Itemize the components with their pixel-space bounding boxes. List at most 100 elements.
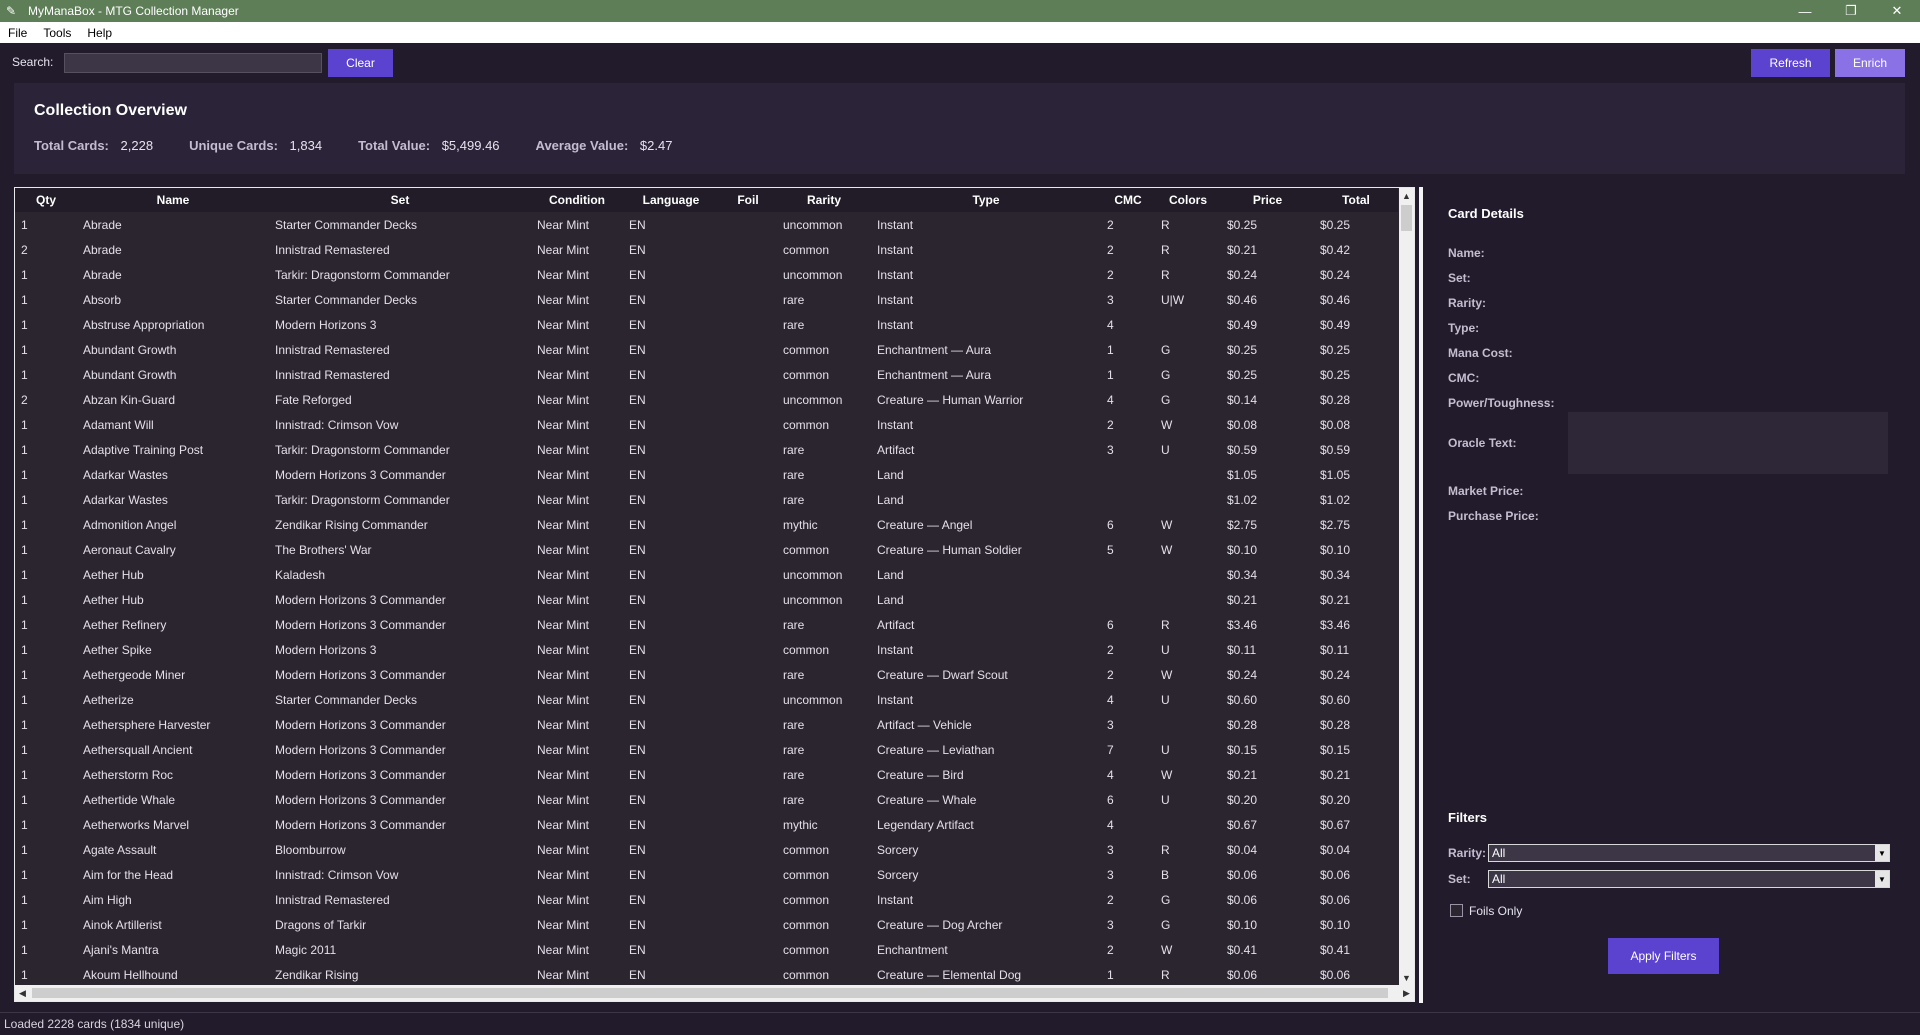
cell-cmc: 4: [1107, 317, 1114, 332]
column-header-rarity[interactable]: Rarity: [777, 188, 871, 212]
chevron-down-icon[interactable]: ▼: [1875, 871, 1889, 887]
cell-set: Modern Horizons 3 Commander: [275, 742, 446, 757]
vertical-scroll-thumb[interactable]: [1401, 205, 1412, 231]
set-filter-select[interactable]: All ▼: [1488, 870, 1890, 888]
close-button[interactable]: ✕: [1874, 0, 1920, 22]
cell-total: $0.28: [1320, 392, 1351, 407]
horizontal-scroll-thumb[interactable]: [32, 988, 1388, 998]
table-row[interactable]: 1 Aetherize Starter Commander Decks Near Mi…: [15, 687, 1398, 712]
table-row[interactable]: 1 Aethersphere Harvester Modern Horizons 3…: [15, 712, 1398, 737]
cell-price: $0.21: [1227, 767, 1258, 782]
table-row[interactable]: 1 Aim for the Head Innistrad: Crimson Vow N…: [15, 862, 1398, 887]
scroll-left-icon[interactable]: ◀: [15, 985, 30, 1001]
table-row[interactable]: 1 Aethersquall Ancient Modern Horizons 3 C…: [15, 737, 1398, 762]
column-header-qty[interactable]: Qty: [15, 188, 77, 212]
cell-total: $0.04: [1320, 842, 1351, 857]
foils-only-label[interactable]: Foils Only: [1469, 904, 1522, 918]
table-row[interactable]: 1 Abundant Growth Innistrad Remastered Near…: [15, 337, 1398, 362]
column-header-colors[interactable]: Colors: [1155, 188, 1221, 212]
column-header-name[interactable]: Name: [77, 188, 269, 212]
minimize-button[interactable]: —: [1782, 0, 1828, 22]
table-row[interactable]: 1 Aethertide Whale Modern Horizons 3 Comma…: [15, 787, 1398, 812]
table-row[interactable]: 1 Abrade Starter Commander Decks Near Mint E…: [15, 212, 1398, 237]
cell-condition: Near Mint: [537, 342, 590, 357]
table-row[interactable]: 1 Ajani's Mantra Magic 2011 Near Mint EN comm…: [15, 937, 1398, 962]
table-row[interactable]: 1 Aetherworks Marvel Modern Horizons 3 Com…: [15, 812, 1398, 837]
scroll-up-icon[interactable]: ▲: [1399, 188, 1414, 203]
cell-set: Modern Horizons 3 Commander: [275, 767, 446, 782]
column-header-foil[interactable]: Foil: [719, 188, 777, 212]
cell-foil: [719, 587, 777, 612]
panel-splitter[interactable]: [1419, 187, 1423, 1003]
table-row[interactable]: 1 Ainok Artillerist Dragons of Tarkir Near …: [15, 912, 1398, 937]
table-row[interactable]: 1 Aeronaut Cavalry The Brothers' War Near M…: [15, 537, 1398, 562]
menu-file[interactable]: File: [0, 26, 35, 40]
column-header-price[interactable]: Price: [1221, 188, 1314, 212]
table-row[interactable]: 2 Abzan Kin-Guard Fate Reforged Near Mint EN…: [15, 387, 1398, 412]
oracle-text-box[interactable]: [1568, 412, 1888, 474]
cell-type: Sorcery: [877, 842, 919, 857]
rarity-filter-select[interactable]: All ▼: [1488, 844, 1890, 862]
table-row[interactable]: 1 Adaptive Training Post Tarkir: Dragonsto…: [15, 437, 1398, 462]
cell-price: $0.21: [1227, 242, 1258, 257]
table-row[interactable]: 1 Abrade Tarkir: Dragonstorm Commander Near…: [15, 262, 1398, 287]
cell-type: Land: [877, 592, 904, 607]
table-row[interactable]: 1 Abundant Growth Innistrad Remastered Near…: [15, 362, 1398, 387]
column-header-condition[interactable]: Condition: [531, 188, 623, 212]
clear-button[interactable]: Clear: [328, 49, 393, 77]
card-table: Qty Name Set Condition Language Foil Rarity Typ…: [14, 187, 1415, 1002]
table-row[interactable]: 1 Aether Spike Modern Horizons 3 Near Mint E…: [15, 637, 1398, 662]
foils-only-checkbox[interactable]: [1450, 904, 1463, 917]
table-row[interactable]: 1 Aim High Innistrad Remastered Near Mint EN…: [15, 887, 1398, 912]
table-row[interactable]: 1 Aethergeode Miner Modern Horizons 3 Comm…: [15, 662, 1398, 687]
app-icon: ✎: [6, 4, 17, 18]
refresh-button[interactable]: Refresh: [1751, 49, 1830, 77]
table-row[interactable]: 1 Adamant Will Innistrad: Crimson Vow Near …: [15, 412, 1398, 437]
stat-value: $5,499.46: [441, 138, 500, 153]
maximize-button[interactable]: ❐: [1828, 0, 1874, 22]
table-row[interactable]: 1 Abstruse Appropriation Modern Horizons 3…: [15, 312, 1398, 337]
table-row[interactable]: 1 Aether Hub Kaladesh Near Mint EN uncommon La…: [15, 562, 1398, 587]
column-header-type[interactable]: Type: [871, 188, 1101, 212]
column-header-cmc[interactable]: CMC: [1101, 188, 1155, 212]
menu-help[interactable]: Help: [79, 26, 120, 40]
cell-foil: [719, 712, 777, 737]
table-row[interactable]: 1 Agate Assault Bloomburrow Near Mint EN comm…: [15, 837, 1398, 862]
vertical-scrollbar[interactable]: ▲ ▼: [1399, 188, 1414, 985]
cell-foil: [719, 762, 777, 787]
column-header-language[interactable]: Language: [623, 188, 719, 212]
column-header-total[interactable]: Total: [1314, 188, 1398, 212]
cell-language: EN: [629, 592, 646, 607]
column-header-set[interactable]: Set: [269, 188, 531, 212]
table-row[interactable]: 1 Adarkar Wastes Tarkir: Dragonstorm Comma…: [15, 487, 1398, 512]
table-row[interactable]: 1 Admonition Angel Zendikar Rising Command…: [15, 512, 1398, 537]
cell-colors: R: [1161, 217, 1170, 232]
table-row[interactable]: 2 Abrade Innistrad Remastered Near Mint EN co…: [15, 237, 1398, 262]
table-row[interactable]: 1 Absorb Starter Commander Decks Near Mint E…: [15, 287, 1398, 312]
scroll-right-icon[interactable]: ▶: [1399, 985, 1414, 1001]
chevron-down-icon[interactable]: ▼: [1875, 845, 1889, 861]
search-input[interactable]: [64, 53, 322, 73]
enrich-button[interactable]: Enrich: [1835, 49, 1905, 77]
table-row[interactable]: 1 Akoum Hellhound Zendikar Rising Near Mint…: [15, 962, 1398, 987]
cell-price: $3.46: [1227, 617, 1258, 632]
set-filter-value: All: [1492, 872, 1506, 886]
scroll-down-icon[interactable]: ▼: [1399, 970, 1414, 985]
cell-set: Innistrad Remastered: [275, 242, 390, 257]
cell-rarity: rare: [783, 617, 805, 632]
table-row[interactable]: 1 Aetherstorm Roc Modern Horizons 3 Comman…: [15, 762, 1398, 787]
cell-language: EN: [629, 542, 646, 557]
cell-total: $0.60: [1320, 692, 1351, 707]
cell-condition: Near Mint: [537, 667, 590, 682]
cell-language: EN: [629, 292, 646, 307]
cell-cmc: 4: [1107, 767, 1114, 782]
menu-tools[interactable]: Tools: [35, 26, 79, 40]
horizontal-scrollbar[interactable]: ◀ ▶: [15, 985, 1414, 1001]
apply-filters-button[interactable]: Apply Filters: [1608, 938, 1719, 974]
table-row[interactable]: 1 Adarkar Wastes Modern Horizons 3 Command…: [15, 462, 1398, 487]
table-row[interactable]: 1 Aether Refinery Modern Horizons 3 Comman…: [15, 612, 1398, 637]
table-row[interactable]: 1 Aether Hub Modern Horizons 3 Commander Ne…: [15, 587, 1398, 612]
cell-type: Artifact — Vehicle: [877, 717, 972, 732]
cell-name: Abundant Growth: [83, 367, 177, 382]
cell-type: Instant: [877, 317, 914, 332]
